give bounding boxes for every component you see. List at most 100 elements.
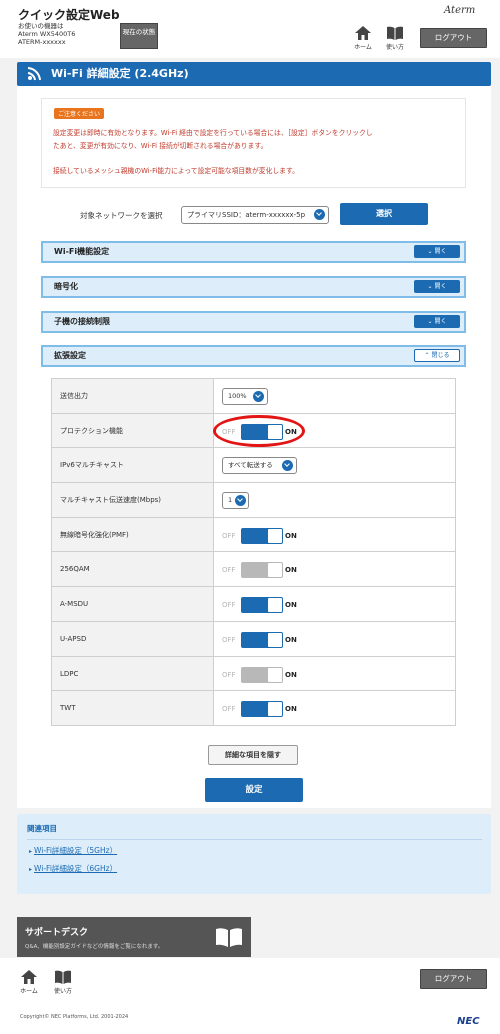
header: クイック設定Web お使いの機器は Aterm WX5400T6 ATERM-x… [0,0,500,58]
device-name: ATERM-xxxxxx [18,38,66,46]
divider [27,839,482,840]
home-icon [21,970,37,984]
accordion-open-button[interactable]: ⌄ 開く [414,245,460,258]
twt-toggle[interactable]: OFF ON [222,701,310,718]
network-select-value: プライマリSSID：aterm-xxxxxx-5p [187,211,306,219]
current-status-label: 現在の状態 [122,28,156,36]
setting-label: プロテクション機能 [52,413,214,448]
support-desk-banner[interactable]: サポートデスク Q&A、機能別設定ガイドなどの情報をご覧になれます。 [17,917,251,957]
current-status-button[interactable]: 現在の状態 [120,23,158,49]
accordion-encryption[interactable]: 暗号化 ⌄ 開く [41,276,466,298]
chevron-down-icon [314,209,325,220]
ipv6-multicast-value: すべて転送する [228,461,273,470]
table-row: LDPC OFF ON [51,656,456,692]
switch-knob [268,702,282,717]
app-title: クイック設定Web [18,8,120,22]
tx-power-value: 100% [228,392,247,400]
support-title: サポートデスク [25,928,89,938]
footer-home-nav[interactable]: ホーム [14,970,44,995]
book-icon [55,970,71,984]
accordion-open-button[interactable]: ⌄ 開く [414,280,460,293]
off-label: OFF [222,531,236,540]
tx-power-select[interactable]: 100% [222,388,268,405]
help-nav-label: 使い方 [53,988,72,995]
accordion-extended[interactable]: 拡張設定 ⌃ 閉じる [41,345,466,367]
qam256-toggle[interactable]: OFF ON [222,562,310,579]
on-label: ON [285,705,297,714]
table-row: 送信出力 100% [51,379,456,414]
accordion-toggle-label: 開く [434,248,447,255]
help-nav-label: 使い方 [385,44,404,51]
switch-knob [268,528,282,543]
page-title-bar: Wi-Fi 詳細設定 (2.4GHz) [17,62,491,86]
wifi-icon [27,67,41,81]
footer-logout-button[interactable]: ログアウト [420,969,487,989]
setting-label: A-MSDU [52,587,214,621]
accordion-title: 拡張設定 [54,351,86,360]
table-row: IPv6マルチキャスト すべて転送する [51,448,456,484]
table-row: U-APSD OFF ON [51,621,456,657]
setting-label: TWT [52,691,214,725]
table-row: 256QAM OFF ON [51,552,456,588]
accordion-title: Wi-Fi機能設定 [54,247,110,256]
help-nav[interactable]: 使い方 [380,26,410,51]
aterm-logo: Aterm [444,5,476,16]
footer-help-nav[interactable]: 使い方 [48,970,78,995]
off-label: OFF [222,601,236,610]
setting-label: マルチキャスト伝送速度(Mbps) [52,483,214,517]
accordion-close-button[interactable]: ⌃ 閉じる [414,349,460,362]
network-select[interactable]: プライマリSSID：aterm-xxxxxx-5p [181,206,329,224]
switch-knob [268,563,282,578]
select-network-button[interactable]: 選択 [340,203,428,225]
setting-label: 送信出力 [52,379,214,413]
on-label: ON [285,635,297,644]
ipv6-multicast-select[interactable]: すべて転送する [222,457,297,475]
setting-label: LDPC [52,656,214,691]
accordion-toggle-label: 開く [434,283,447,290]
home-nav[interactable]: ホーム [348,26,378,51]
switch-track [241,597,283,614]
link-wifi-6ghz[interactable]: Wi-Fi詳細設定（6GHz） [29,863,117,874]
logout-label: ログアウト [434,974,473,983]
setting-label: 無線暗号化強化(PMF) [52,517,214,552]
off-label: OFF [222,670,236,679]
related-links: 関連項目 Wi-Fi詳細設定（5GHz） Wi-Fi詳細設定（6GHz） [17,814,491,894]
copyright: Copyright© NEC Platforms, Ltd. 2001-2024 [20,1014,129,1020]
nec-logo: NEC [457,1016,480,1027]
switch-knob [268,598,282,613]
logout-label: ログアウト [434,33,473,42]
amsdu-toggle[interactable]: OFF ON [222,597,310,614]
hide-details-button[interactable]: 詳細な項目を隠す [208,745,298,765]
multicast-rate-select[interactable]: 1 [222,492,249,510]
accordion-client-limit[interactable]: 子機の接続制限 ⌄ 開く [41,311,466,333]
on-label: ON [285,531,297,540]
support-subtitle: Q&A、機能別設定ガイドなどの情報をご覧になれます。 [25,944,164,950]
setting-label: IPv6マルチキャスト [52,448,214,483]
switch-track [241,701,283,718]
switch-knob [268,632,282,647]
notice-line: 設定変更は即時に有効となります。Wi-Fi 経由で設定を行っている場合には、［設… [53,129,373,137]
home-nav-label: ホーム [354,44,372,51]
table-row: マルチキャスト伝送速度(Mbps) 1 [51,483,456,518]
accordion-title: 暗号化 [54,282,78,291]
table-row: 無線暗号化強化(PMF) OFF ON [51,517,456,553]
page-title: Wi-Fi 詳細設定 (2.4GHz) [51,67,189,80]
notice-text-2: 接続しているメッシュ親機のWi-Fi能力によって設定可能な項目数が変化します。 [53,167,299,175]
setting-label: U-APSD [52,621,214,656]
logout-button[interactable]: ログアウト [420,28,487,48]
accordion-toggle-label: 閉じる [431,352,450,359]
apply-button[interactable]: 設定 [205,778,303,802]
off-label: OFF [222,635,236,644]
accordion-wifi-function[interactable]: Wi-Fi機能設定 ⌄ 開く [41,241,466,263]
uapsd-toggle[interactable]: OFF ON [222,631,310,648]
pmf-toggle[interactable]: OFF ON [222,527,310,544]
link-wifi-5ghz[interactable]: Wi-Fi詳細設定（5GHz） [29,845,117,856]
home-nav-label: ホーム [20,988,38,995]
device-model: Aterm WX5400T6 [18,30,76,38]
ldpc-toggle[interactable]: OFF ON [222,666,310,683]
footer: ホーム 使い方 ログアウト [0,958,500,1034]
accordion-open-button[interactable]: ⌄ 開く [414,315,460,328]
home-icon [355,26,371,40]
book-icon [216,928,242,947]
on-label: ON [285,566,297,575]
